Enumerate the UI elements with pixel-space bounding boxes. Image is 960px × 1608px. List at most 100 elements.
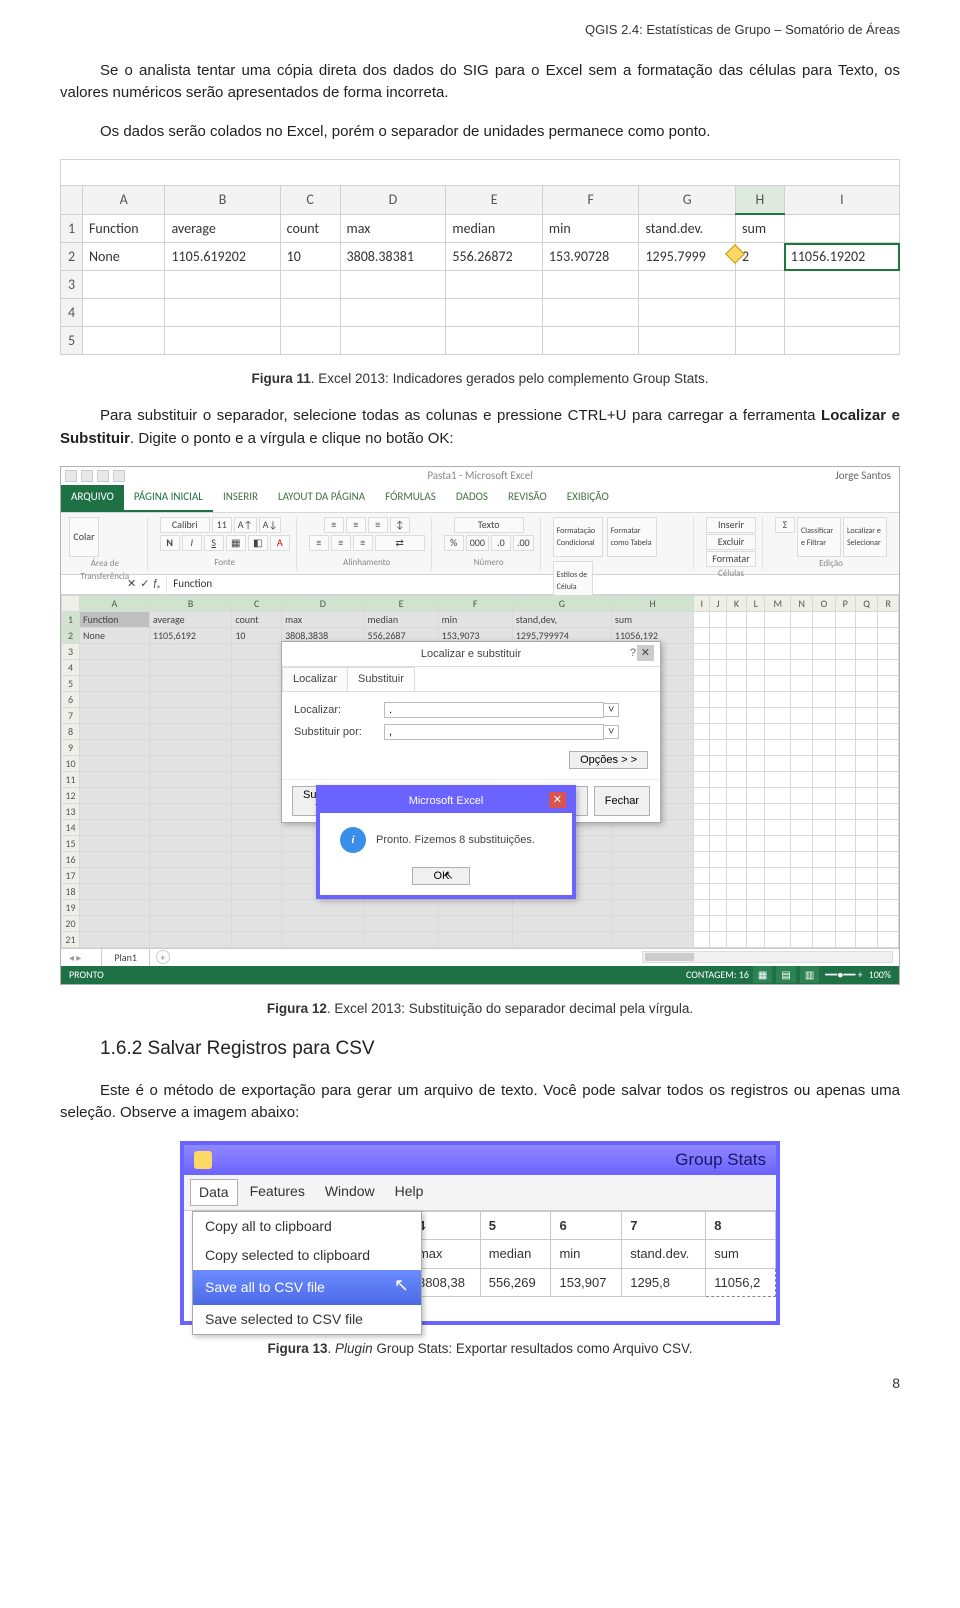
page-header: QGIS 2.4: Estatísticas de Grupo – Somató… — [60, 20, 900, 40]
status-bar: PRONTO CONTAGEM: 16 ▦ ▤ ▥ ━━●━━ + 100% — [61, 966, 899, 984]
figure-13-caption: Figura 13. Plugin Group Stats: Exportar … — [60, 1339, 900, 1359]
info-icon: i — [340, 827, 366, 853]
ribbon-group-number: Texto %000.0.00 Número — [442, 517, 541, 570]
font-size[interactable]: 11 — [212, 517, 232, 533]
quick-access-toolbar[interactable] — [61, 470, 125, 482]
undo-icon[interactable] — [97, 470, 109, 482]
groupstats-menubar[interactable]: DataFeaturesWindowHelp — [184, 1175, 776, 1211]
paragraph-2: Os dados serão colados no Excel, porém o… — [60, 121, 900, 144]
ribbon-group-clipboard: Colar Área de Transferência — [67, 517, 148, 570]
menu-copy-all[interactable]: Copy all to clipboard — [193, 1212, 421, 1241]
cursor-icon: ↖ — [394, 1272, 409, 1299]
redo-icon[interactable] — [113, 470, 125, 482]
options-button[interactable]: Opções > > — [569, 751, 648, 769]
data-menu-dropdown[interactable]: Copy all to clipboard Copy selected to c… — [192, 1211, 422, 1335]
fx-icon[interactable]: fₓ — [153, 576, 160, 593]
groupstats-title: Group Stats — [675, 1147, 766, 1173]
menu-item[interactable]: Data — [190, 1179, 238, 1206]
excel-icon — [65, 470, 77, 482]
paragraph-1: Se o analista tentar uma cópia direta do… — [60, 60, 900, 105]
dropdown-icon[interactable]: ˅ — [603, 725, 619, 739]
replace-input[interactable] — [384, 724, 604, 740]
paste-button[interactable]: Colar — [69, 517, 99, 557]
sheet-tab-plan1[interactable]: Plan1 — [101, 948, 150, 966]
msg-text: Pronto. Fizemos 8 substituições. — [376, 832, 535, 849]
figure-11-caption: Figura 11. Excel 2013: Indicadores gerad… — [60, 369, 900, 389]
ok-button[interactable]: OK — [412, 867, 470, 885]
view-layout-icon[interactable]: ▤ — [776, 966, 795, 983]
bold-button[interactable]: N — [160, 535, 180, 551]
message-dialog[interactable]: Microsoft Excel✕ i Pronto. Fizemos 8 sub… — [316, 785, 576, 900]
zoom-value[interactable]: 100% — [869, 967, 891, 982]
find-label: Localizar: — [294, 702, 384, 719]
horizontal-scrollbar[interactable] — [642, 951, 893, 963]
view-pagebreak-icon[interactable]: ▥ — [800, 966, 819, 983]
cancel-icon[interactable]: ✕ — [127, 576, 136, 593]
menu-copy-selected[interactable]: Copy selected to clipboard — [193, 1241, 421, 1270]
figure-12-excel-window: Pasta1 - Microsoft Excel Jorge Santos AR… — [60, 466, 900, 985]
tab-find[interactable]: Localizar — [282, 667, 348, 691]
worksheet[interactable]: ABCDEFGHIJKLMNOPQR 1Functionaveragecount… — [61, 595, 899, 948]
menu-save-all-csv[interactable]: Save all to CSV file↖ — [193, 1270, 421, 1305]
italic-button[interactable]: I — [182, 535, 202, 551]
menu-save-selected-csv[interactable]: Save selected to CSV file — [193, 1305, 421, 1334]
formula-bar[interactable]: ✕✓fₓ Function — [61, 575, 899, 595]
ribbon-group-editing: ΣClassificar e FiltrarLocalizar e Seleci… — [773, 517, 893, 570]
ribbon-tab[interactable]: ARQUIVO — [61, 485, 124, 512]
tab-replace[interactable]: Substituir — [347, 667, 415, 691]
menu-item[interactable]: Help — [387, 1179, 432, 1206]
window-title: Pasta1 - Microsoft Excel — [125, 468, 835, 485]
dialog-title: Localizar e substituir?✕ — [282, 642, 660, 668]
ribbon-tab[interactable]: LAYOUT DA PÁGINA — [268, 485, 375, 512]
paragraph-3: Para substituir o separador, selecione t… — [60, 405, 900, 450]
ribbon-group-styles: Formatação Condicional Formatar como Tab… — [551, 517, 694, 570]
shrink-font-icon[interactable]: A↓ — [259, 517, 282, 533]
fill-color-icon[interactable]: ◧ — [248, 535, 268, 551]
number-format[interactable]: Texto — [454, 517, 524, 533]
ribbon-group-alignment: ≡≡≡↕ ≡≡≡⇄ Alinhamento — [307, 517, 432, 570]
groupstats-titlebar: Group Stats — [184, 1145, 776, 1175]
ribbon-tab[interactable]: INSERIR — [213, 485, 268, 512]
ribbon-tab[interactable]: EXIBIÇÃO — [557, 485, 619, 512]
view-normal-icon[interactable]: ▦ — [753, 966, 772, 983]
ribbon-tab[interactable]: PÁGINA INICIAL — [124, 485, 213, 512]
cursor-icon: ↖ — [444, 870, 453, 882]
sheet-tabs[interactable]: ◂ ▸ Plan1 + — [61, 948, 899, 966]
status-mode: PRONTO — [69, 967, 104, 982]
underline-button[interactable]: S — [204, 535, 224, 551]
status-count: CONTAGEM: 16 — [686, 967, 749, 982]
close-button[interactable]: Fechar — [594, 786, 650, 816]
ribbon-tab[interactable]: REVISÃO — [498, 485, 557, 512]
figure-11: ABCDEFGHI 1Functionaveragecountmaxmedian… — [60, 159, 900, 355]
replace-label: Substituir por: — [294, 724, 384, 741]
font-color-icon[interactable]: A — [270, 535, 290, 551]
close-icon[interactable]: ✕ — [637, 645, 654, 662]
close-icon[interactable]: ✕ — [549, 792, 566, 809]
dropdown-icon[interactable]: ˅ — [603, 703, 619, 717]
paragraph-4: Este é o método de exportação para gerar… — [60, 1080, 900, 1125]
ribbon-tab[interactable]: FÓRMULAS — [375, 485, 446, 512]
ribbon-tabs[interactable]: ARQUIVOPÁGINA INICIALINSERIRLAYOUT DA PÁ… — [61, 485, 899, 513]
add-sheet-icon[interactable]: + — [156, 950, 170, 964]
figure-13-groupstats: Group Stats DataFeaturesWindowHelp Copy … — [180, 1141, 780, 1325]
find-input[interactable] — [384, 702, 604, 718]
border-icon[interactable]: ▦ — [226, 535, 246, 551]
menu-item[interactable]: Features — [242, 1179, 313, 1206]
msg-title: Microsoft Excel✕ — [320, 789, 572, 814]
ribbon-group-cells: Inserir Excluir Formatar Células — [704, 517, 763, 570]
confirm-icon[interactable]: ✓ — [140, 576, 149, 593]
groupstats-table: 45678 maxmedianminstand.dev.sum 3808,385… — [409, 1211, 776, 1298]
ribbon: Colar Área de Transferência Calibri 11 A… — [61, 513, 899, 575]
grow-font-icon[interactable]: A↑ — [234, 517, 257, 533]
ribbon-tab[interactable]: DADOS — [446, 485, 498, 512]
qgis-icon — [194, 1151, 212, 1169]
save-icon[interactable] — [81, 470, 93, 482]
excel-titlebar: Pasta1 - Microsoft Excel Jorge Santos — [61, 467, 899, 485]
menu-item[interactable]: Window — [317, 1179, 383, 1206]
user-name: Jorge Santos — [835, 468, 899, 485]
figure-12-caption: Figura 12. Excel 2013: Substituição do s… — [60, 999, 900, 1019]
ribbon-group-font: Calibri 11 A↑ A↓ N I S ▦ ◧ A Fonte — [158, 517, 297, 570]
help-icon[interactable]: ? — [630, 645, 636, 662]
font-name[interactable]: Calibri — [160, 517, 210, 533]
formula-value[interactable]: Function — [167, 576, 212, 593]
